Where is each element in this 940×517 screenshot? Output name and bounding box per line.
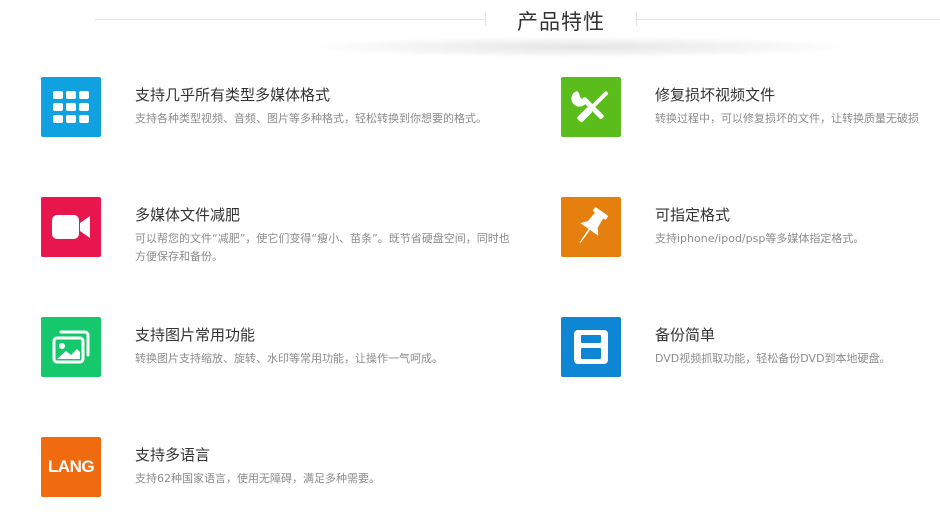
- feature-description: 转换过程中，可以修复损坏的文件，让转换质量无破损: [655, 112, 919, 125]
- picture-icon: [41, 317, 101, 377]
- floppy-disk-icon: [561, 317, 621, 377]
- feature-description: 可以帮您的文件“减肥”，使它们变得“瘦小、苗条”。既节省硬盘空间，同时也方便保存…: [135, 232, 510, 263]
- header-divider-left: [95, 19, 485, 20]
- feature-title: 多媒体文件减肥: [135, 206, 241, 224]
- page-title: 产品特性: [517, 10, 605, 34]
- feature-item-format-select: 可指定格式 支持iphone/ipod/psp等多媒体指定格式。: [561, 197, 940, 267]
- feature-description: DVD视频抓取功能，轻松备份DVD到本地硬盘。: [655, 352, 891, 365]
- feature-title: 备份简单: [655, 326, 716, 344]
- feature-title: 支持图片常用功能: [135, 326, 256, 344]
- lang-icon: LANG: [41, 437, 101, 497]
- feature-item-compress: 多媒体文件减肥 可以帮您的文件“减肥”，使它们变得“瘦小、苗条”。既节省硬盘空间…: [41, 197, 510, 267]
- feature-item-image: 支持图片常用功能 转换图片支持缩放、旋转、水印等常用功能，让操作一气呵成。: [41, 317, 443, 387]
- feature-description: 转换图片支持缩放、旋转、水印等常用功能，让操作一气呵成。: [135, 352, 443, 365]
- header-shadow: [300, 36, 860, 58]
- feature-title: 可指定格式: [655, 206, 731, 224]
- feature-item-language: LANG 支持多语言 支持62种国家语言，使用无障碍，满足多种需要。: [41, 437, 441, 507]
- feature-title: 修复损坏视频文件: [655, 86, 776, 104]
- header-divider-right: [636, 19, 940, 20]
- feature-title: 支持多语言: [135, 446, 211, 464]
- feature-description: 支持各种类型视频、音频、图片等多种格式，轻松转换到你想要的格式。: [135, 112, 487, 125]
- feature-item-backup: 备份简单 DVD视频抓取功能，轻松备份DVD到本地硬盘。: [561, 317, 940, 387]
- grid-icon: [41, 77, 101, 137]
- feature-description: 支持62种国家语言，使用无障碍，满足多种需要。: [135, 472, 380, 485]
- feature-item-formats: 支持几乎所有类型多媒体格式 支持各种类型视频、音频、图片等多种格式，轻松转换到你…: [41, 77, 487, 147]
- pushpin-icon: [561, 197, 621, 257]
- feature-title: 支持几乎所有类型多媒体格式: [135, 86, 331, 104]
- video-camera-icon: [41, 197, 101, 257]
- section-header: 产品特性: [0, 0, 940, 60]
- feature-item-repair: 修复损坏视频文件 转换过程中，可以修复损坏的文件，让转换质量无破损: [561, 77, 940, 147]
- feature-description: 支持iphone/ipod/psp等多媒体指定格式。: [655, 232, 865, 245]
- repair-tools-icon: [561, 77, 621, 137]
- lang-icon-label: LANG: [47, 457, 95, 476]
